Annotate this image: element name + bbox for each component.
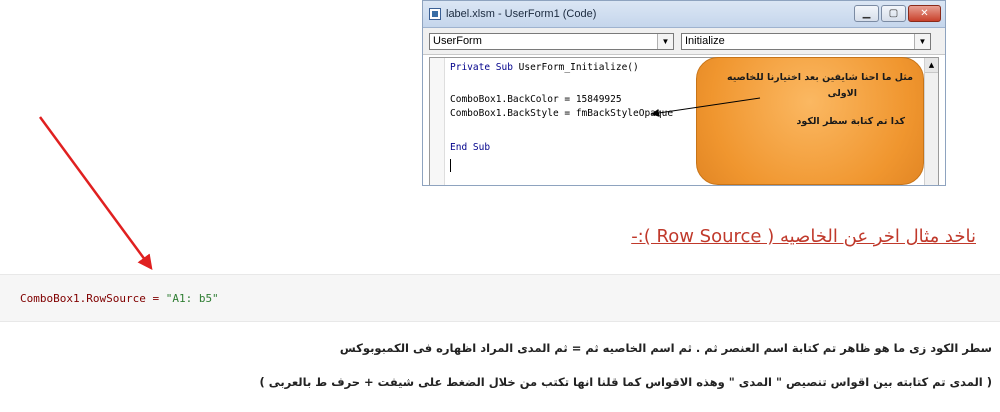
code-margin: [430, 58, 445, 185]
callout-line-2: الاولى: [827, 88, 857, 99]
scroll-up-icon[interactable]: ▲: [925, 58, 938, 73]
chevron-down-icon[interactable]: ▼: [914, 33, 930, 49]
code-line-backstyle: ComboBox1.BackStyle = fmBackStyleOpaque: [450, 108, 674, 119]
chevron-down-icon[interactable]: ▼: [657, 33, 673, 49]
window-controls: ▁ ▢ ✕: [854, 5, 941, 22]
window-titlebar: label.xlsm - UserForm1 (Code) ▁ ▢ ✕: [423, 1, 945, 28]
code-text: UserForm_Initialize(): [512, 62, 639, 73]
procedure-combobox[interactable]: Initialize ▼: [681, 32, 931, 50]
red-arrow: [38, 116, 153, 271]
code-snippet: ComboBox1.RowSource = "A1: b5": [20, 292, 219, 305]
maximize-button[interactable]: ▢: [881, 5, 906, 22]
minimize-button[interactable]: ▁: [854, 5, 879, 22]
keyword: End Sub: [450, 142, 491, 153]
close-button[interactable]: ✕: [908, 5, 941, 22]
snippet-code: ComboBox1.RowSource =: [20, 292, 166, 305]
combo-bar: UserForm ▼ Initialize ▼: [423, 28, 945, 55]
callout-line-1: مثل ما احنا شايفين بعد اختيارنا للخاصيه: [727, 72, 913, 83]
object-combo-value: UserForm: [433, 35, 482, 47]
snippet-string: "A1: b5": [165, 292, 219, 305]
vba-app-icon: [429, 8, 441, 20]
code-snippet-box: ComboBox1.RowSource = "A1: b5": [0, 274, 1000, 322]
annotation-callout: مثل ما احنا شايفين بعد اختيارنا للخاصيه …: [696, 57, 924, 185]
text-caret: [450, 159, 451, 172]
procedure-combo-value: Initialize: [685, 35, 725, 47]
object-combobox[interactable]: UserForm ▼: [429, 32, 674, 50]
window-title: label.xlsm - UserForm1 (Code): [446, 8, 597, 20]
keyword: Private Sub: [450, 62, 513, 73]
code-line-backcolor: ComboBox1.BackColor = 15849925: [450, 94, 622, 105]
explanation-line-1: سطر الكود زى ما هو ظاهر تم كتابة اسم الع…: [339, 341, 992, 355]
section-heading: ناخد مثال اخر عن الخاصيه ( Row Source ):…: [631, 226, 976, 247]
code-line-sub: Private Sub UserForm_Initialize(): [450, 62, 639, 73]
explanation-line-2: ( المدى تم كتابته بين اقواس تنصيص " المد…: [259, 375, 992, 389]
code-line-endsub: End Sub: [450, 142, 490, 153]
vertical-scrollbar[interactable]: ▲: [924, 58, 938, 185]
callout-line-3: كدا تم كتابة سطر الكود: [796, 116, 906, 127]
